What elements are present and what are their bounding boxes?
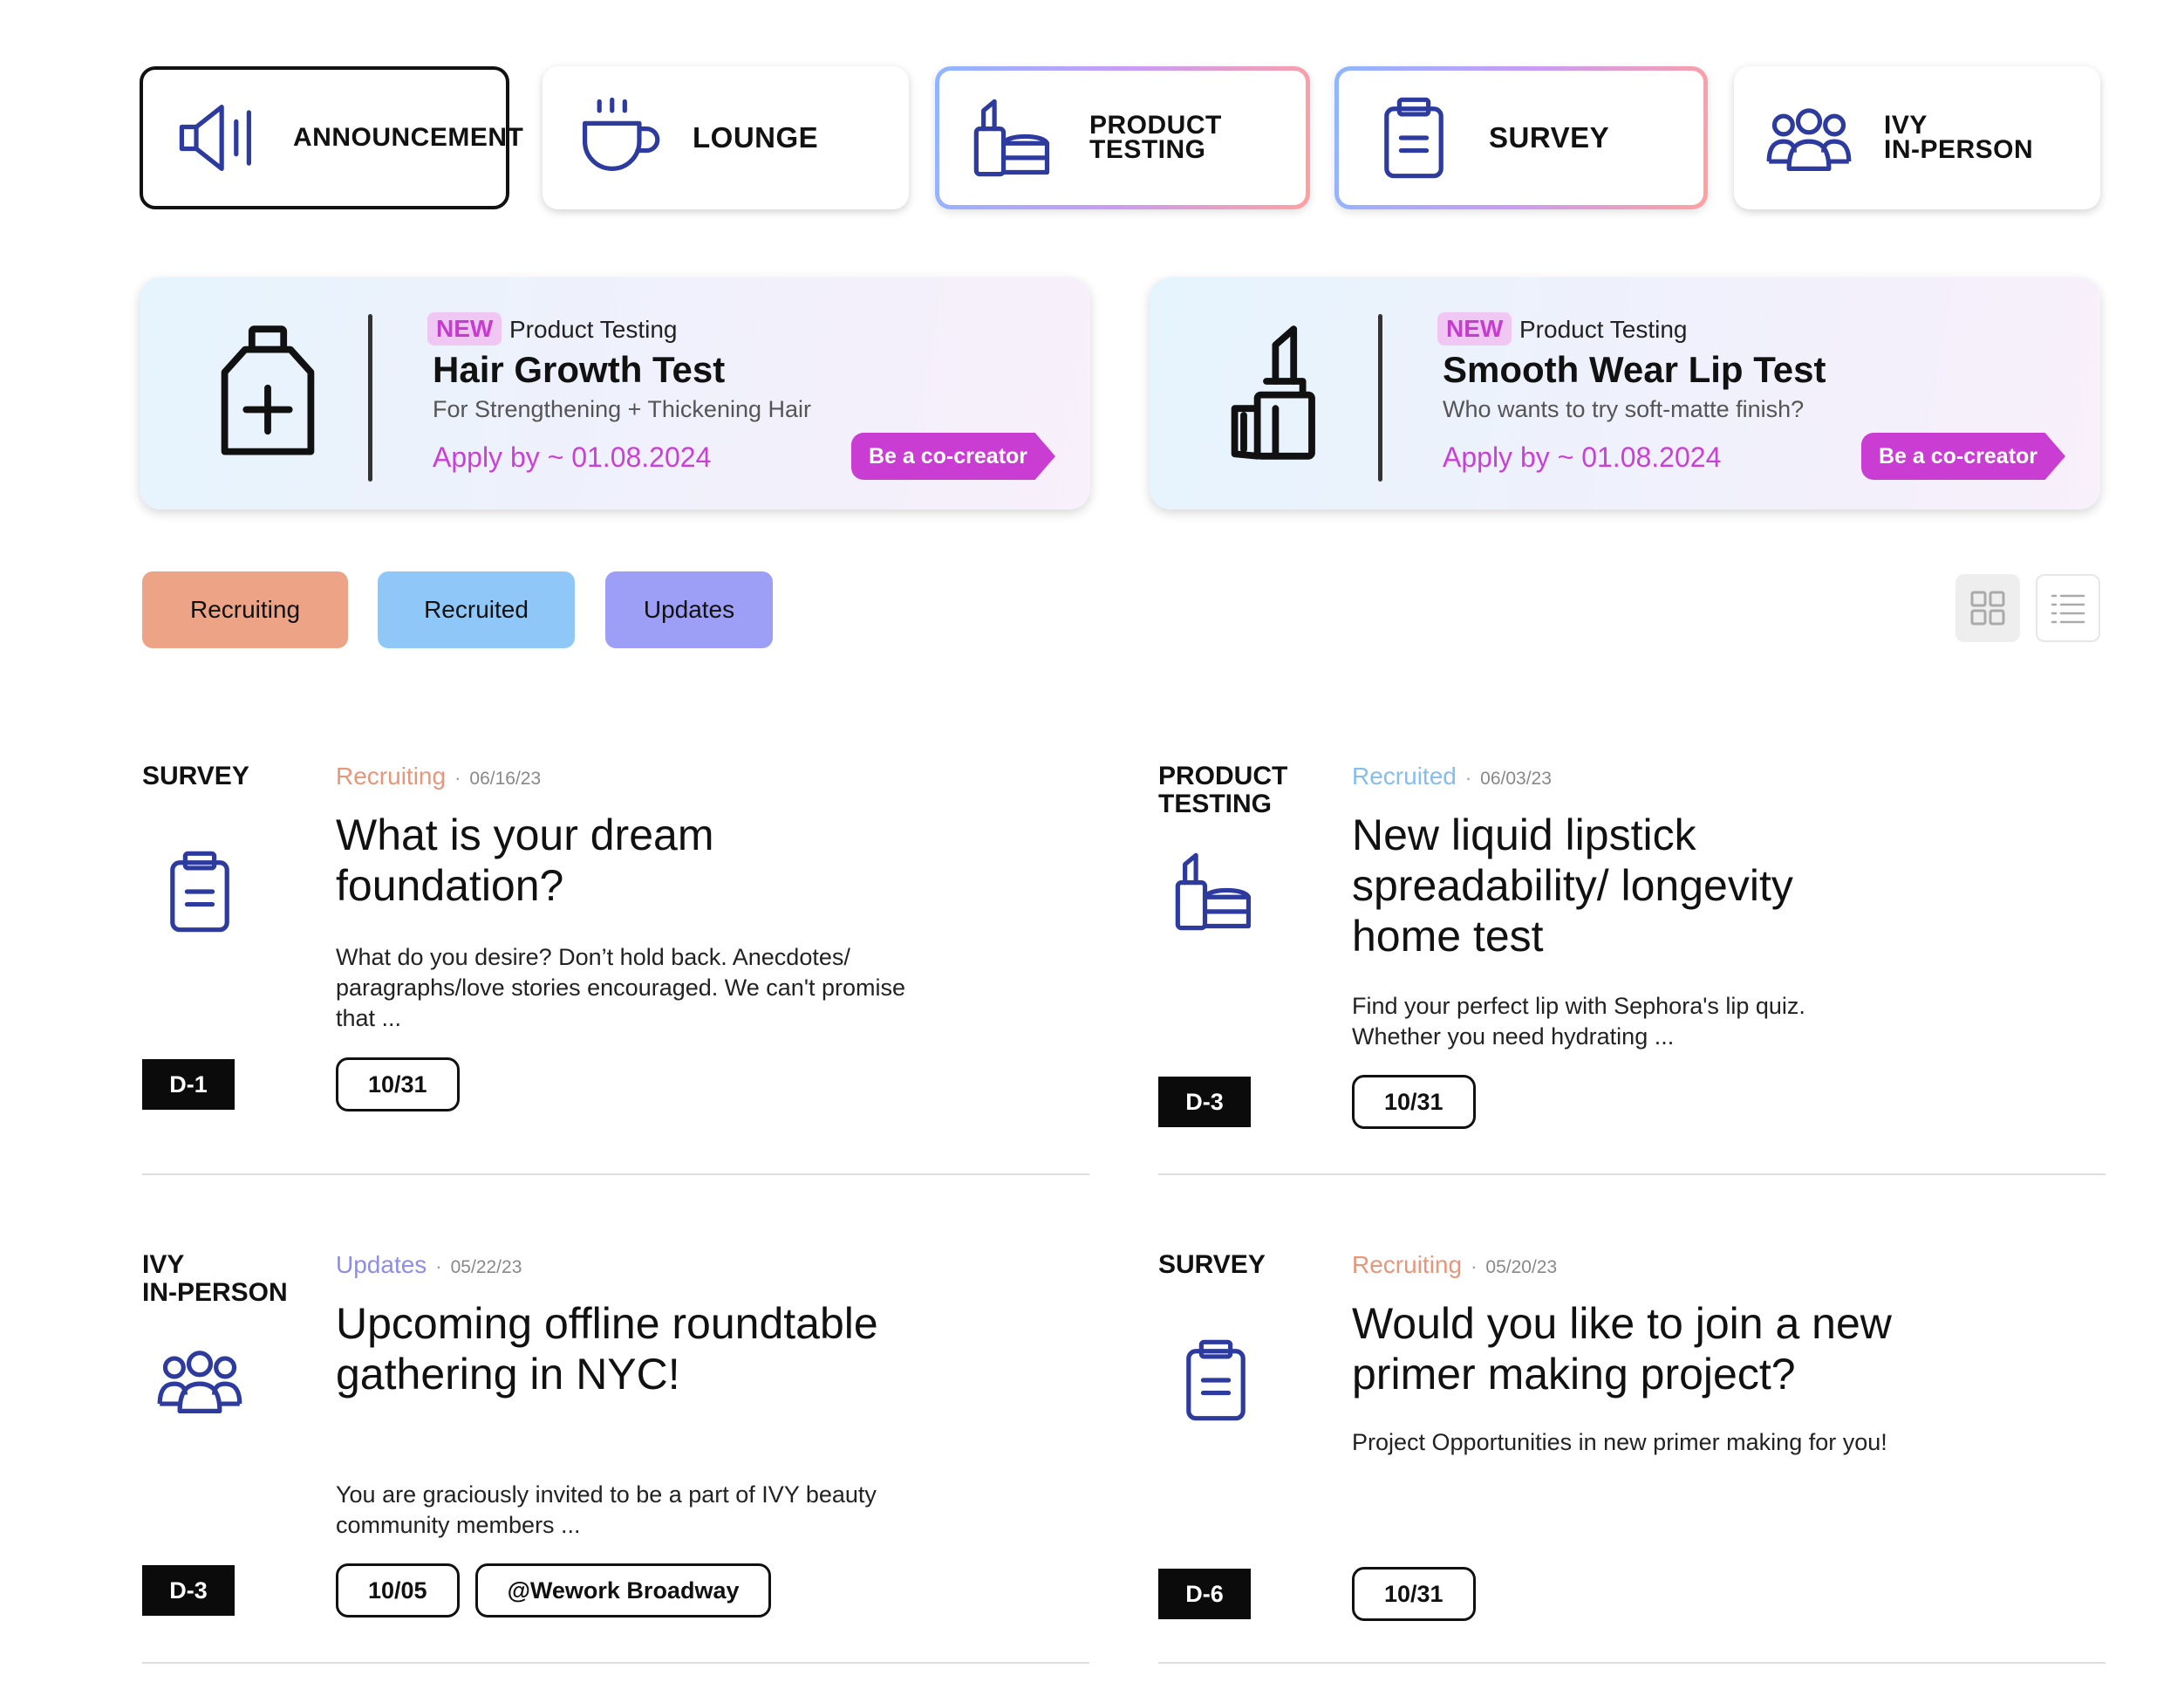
post-date: 06/16/23 xyxy=(469,769,542,789)
post-description: What do you desire? Don’t hold back. Ane… xyxy=(336,944,906,1031)
d-day-badge: D-3 xyxy=(142,1565,235,1616)
status-label: Recruiting xyxy=(336,763,447,790)
post-meta: Updates · 05/22/23 xyxy=(336,1251,522,1279)
clipboard-icon xyxy=(1384,97,1443,179)
category-label: IVY IN-PERSON xyxy=(1884,111,2034,164)
category-tab-announcement[interactable]: ANNOUNCEMENT xyxy=(140,66,523,209)
cosmetics-icon xyxy=(973,99,1050,177)
category-tab-ivy-in-person[interactable]: IVY IN-PERSON xyxy=(1734,66,2100,209)
banner-category: Product Testing xyxy=(509,316,678,343)
filter-recruited[interactable]: Recruited xyxy=(378,571,575,648)
post-description: Project Opportunities in new primer maki… xyxy=(1352,1429,1887,1455)
post-chips: 10/05 @Wework Broadway xyxy=(336,1563,772,1618)
category-label: LOUNGE xyxy=(693,121,819,154)
category-tab-product-testing[interactable]: PRODUCT TESTING xyxy=(935,66,1310,209)
new-badge: NEW xyxy=(1437,312,1512,345)
date-chip: 10/31 xyxy=(336,1057,460,1111)
post-type: IVY IN-PERSON xyxy=(142,1250,288,1307)
status-label: Recruiting xyxy=(1352,1251,1463,1278)
post-meta: Recruiting · 06/16/23 xyxy=(336,763,541,790)
post-type: SURVEY xyxy=(142,762,249,790)
post-divider xyxy=(1158,1173,2106,1175)
post-chips: 10/31 xyxy=(1352,1567,1476,1621)
post-description: You are graciously invited to be a part … xyxy=(336,1481,877,1538)
post-card[interactable]: IVY IN-PERSON Updates · 05/22/23 Upcomin… xyxy=(142,1251,1084,1618)
banner-divider xyxy=(1378,314,1382,482)
post-divider xyxy=(1158,1662,2106,1664)
grid-view-button[interactable] xyxy=(1955,574,2020,642)
category-tab-lounge[interactable]: LOUNGE xyxy=(543,66,909,209)
post-card[interactable]: SURVEY Recruiting · 05/20/23 Would you l… xyxy=(1158,1250,2100,1621)
post-date: 06/03/23 xyxy=(1480,769,1552,789)
meta-separator: · xyxy=(1471,1255,1478,1277)
post-type: PRODUCT TESTING xyxy=(1158,762,1288,818)
group-icon xyxy=(157,1351,242,1413)
featured-banner-hair-growth[interactable]: NEW Product Testing Hair Growth Test For… xyxy=(140,277,1090,510)
banner-subtitle: Who wants to try soft-matte finish? xyxy=(1443,396,1805,422)
post-date: 05/20/23 xyxy=(1485,1257,1558,1277)
co-creator-button[interactable]: Be a co-creator xyxy=(1861,433,2065,480)
clipboard-icon xyxy=(1186,1339,1246,1421)
lipstick-icon xyxy=(1231,325,1315,460)
banner-title: Smooth Wear Lip Test xyxy=(1443,349,1826,390)
post-divider xyxy=(142,1662,1089,1664)
meta-separator: · xyxy=(454,767,461,789)
date-chip: 10/31 xyxy=(1352,1075,1476,1129)
post-title: Upcoming offline roundtable gathering in… xyxy=(336,1299,878,1399)
post-card[interactable]: PRODUCT TESTING Recruited · 06/03/23 New… xyxy=(1158,763,2100,1129)
banner-apply-date: Apply by ~ 01.08.2024 xyxy=(433,441,712,473)
filter-updates[interactable]: Updates xyxy=(605,571,773,648)
category-label: PRODUCT TESTING xyxy=(1089,111,1222,164)
post-meta: Recruiting · 05/20/23 xyxy=(1352,1251,1557,1279)
post-title: Would you like to join a new primer maki… xyxy=(1352,1299,1892,1399)
post-title: What is your dream foundation? xyxy=(336,810,714,910)
date-chip: 10/05 xyxy=(336,1563,460,1618)
filter-recruiting[interactable]: Recruiting xyxy=(142,571,348,648)
megaphone-icon xyxy=(179,105,251,171)
group-icon xyxy=(1766,108,1852,171)
post-type: SURVEY xyxy=(1158,1250,1266,1279)
location-chip: @Wework Broadway xyxy=(474,1563,772,1618)
meta-separator: · xyxy=(1464,767,1472,789)
date-chip: 10/31 xyxy=(1352,1567,1476,1621)
banner-apply-date: Apply by ~ 01.08.2024 xyxy=(1443,441,1722,473)
post-description: Find your perfect lip with Sephora's lip… xyxy=(1352,993,1805,1050)
category-label: SURVEY xyxy=(1489,121,1610,154)
d-day-badge: D-1 xyxy=(142,1059,235,1110)
d-day-badge: D-6 xyxy=(1158,1569,1251,1619)
post-divider xyxy=(142,1173,1089,1175)
post-date: 05/22/23 xyxy=(450,1257,522,1277)
post-chips: 10/31 xyxy=(1352,1075,1476,1129)
meta-separator: · xyxy=(435,1255,442,1277)
post-title: New liquid lipstick spreadability/ longe… xyxy=(1352,810,1793,961)
bottle-plus-icon xyxy=(221,325,315,455)
coffee-cup-icon xyxy=(582,97,660,171)
category-tab-survey[interactable]: SURVEY xyxy=(1334,66,1708,209)
clipboard-icon xyxy=(170,851,229,933)
list-view-button[interactable] xyxy=(2036,574,2100,642)
banner-divider xyxy=(368,314,372,482)
status-label: Recruited xyxy=(1352,763,1457,790)
post-card[interactable]: SURVEY Recruiting · 06/16/23 What is you… xyxy=(142,763,1084,1111)
status-label: Updates xyxy=(336,1251,427,1278)
grid-view-icon xyxy=(1970,591,2005,626)
category-label: ANNOUNCEMENT xyxy=(293,123,524,152)
banner-subtitle: For Strengthening + Thickening Hair xyxy=(433,396,811,422)
post-chips: 10/31 xyxy=(336,1057,460,1111)
d-day-badge: D-3 xyxy=(1158,1077,1251,1127)
banner-category: Product Testing xyxy=(1519,316,1688,343)
featured-banner-lip-test[interactable]: NEW Product Testing Smooth Wear Lip Test… xyxy=(1150,277,2100,510)
new-badge: NEW xyxy=(427,312,502,345)
list-view-icon xyxy=(2051,594,2085,624)
cosmetics-icon xyxy=(1175,852,1252,931)
post-meta: Recruited · 06/03/23 xyxy=(1352,763,1552,790)
banner-title: Hair Growth Test xyxy=(433,349,726,390)
co-creator-button[interactable]: Be a co-creator xyxy=(851,433,1055,480)
